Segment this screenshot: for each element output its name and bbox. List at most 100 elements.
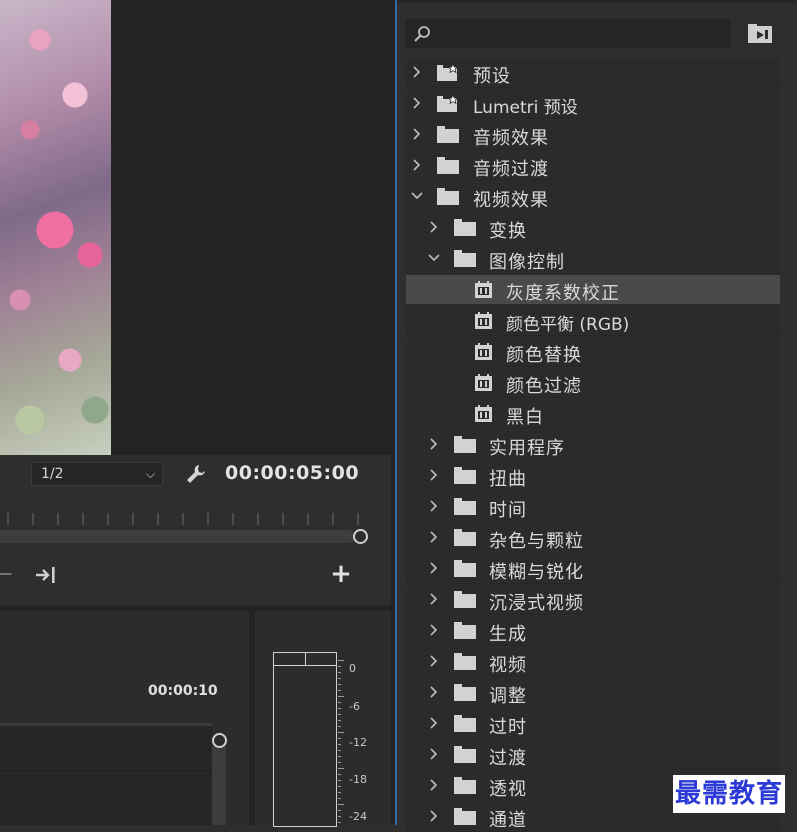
effects-folder-item[interactable]: 生成 <box>406 616 780 646</box>
preset-folder-icon <box>437 95 459 112</box>
effect-item[interactable]: 黑白 <box>406 399 780 429</box>
program-monitor-preview-image <box>0 0 111 455</box>
chevron-right-icon[interactable] <box>410 127 424 141</box>
step-forward-icon[interactable] <box>34 564 58 586</box>
effects-folder-item[interactable]: 音频效果 <box>406 120 780 150</box>
effects-folder-item[interactable]: 时间 <box>406 492 780 522</box>
folder-icon <box>437 157 459 174</box>
effect-label: 杂色与颗粒 <box>489 531 584 552</box>
folder-icon <box>454 808 476 825</box>
chevron-right-icon[interactable] <box>427 809 441 823</box>
effect-item[interactable]: 灰度系数校正 <box>406 275 780 305</box>
audio-meter <box>273 652 337 827</box>
effect-item[interactable]: 颜色过滤 <box>406 368 780 398</box>
effect-label: 时间 <box>489 500 527 521</box>
chevron-right-icon[interactable] <box>427 685 441 699</box>
effects-folder-item[interactable]: 过时 <box>406 709 780 739</box>
effects-folder-item[interactable]: 调整 <box>406 678 780 708</box>
chevron-right-icon[interactable] <box>410 65 424 79</box>
chevron-right-icon[interactable] <box>427 623 441 637</box>
playback-resolution-value: 1/2 <box>41 466 64 482</box>
folder-icon <box>437 126 459 143</box>
folder-icon <box>454 684 476 701</box>
folder-icon <box>437 188 459 205</box>
effects-folder-item[interactable]: 实用程序 <box>406 430 780 460</box>
effects-folder-item[interactable]: 变换 <box>406 213 780 243</box>
effect-label: 透视 <box>489 779 527 800</box>
effects-search-input[interactable] <box>405 19 731 48</box>
effects-folder-item[interactable]: 模糊与锐化 <box>406 554 780 584</box>
chevron-right-icon[interactable] <box>410 96 424 110</box>
effect-label: 沉浸式视频 <box>489 593 584 614</box>
folder-icon <box>454 591 476 608</box>
effect-label: 实用程序 <box>489 438 565 459</box>
effect-label: 颜色替换 <box>506 345 582 366</box>
effect-item[interactable]: 颜色替换 <box>406 337 780 367</box>
playhead-timecode[interactable]: 00:00:05:00 <box>225 462 359 484</box>
panel-header-strip <box>397 0 797 3</box>
audio-meter-channel-divider <box>305 652 306 666</box>
timeline-scroll-handle[interactable] <box>212 733 227 748</box>
effect-label: 视频效果 <box>473 190 549 211</box>
effect-label: 灰度系数校正 <box>506 283 620 304</box>
timeline-time-label: 00:00:10 <box>148 683 218 699</box>
effects-folder-item[interactable]: 视频效果 <box>406 182 780 212</box>
preset-folder-icon <box>437 64 459 81</box>
effects-folder-item[interactable]: 音频过渡 <box>406 151 780 181</box>
wrench-icon[interactable] <box>184 462 208 486</box>
chevron-right-icon[interactable] <box>427 561 441 575</box>
chevron-down-icon[interactable] <box>410 189 424 203</box>
effects-folder-item[interactable]: 预设 <box>406 58 780 88</box>
chevron-right-icon[interactable] <box>410 158 424 172</box>
monitor-zoom-scrollbar[interactable] <box>0 530 355 543</box>
folder-icon <box>454 622 476 639</box>
effect-item[interactable]: 颜色平衡 (RGB) <box>406 306 780 336</box>
timeline-scrollbar[interactable] <box>212 740 226 825</box>
effect-label: 图像控制 <box>489 252 565 273</box>
effect-label: 黑白 <box>506 407 544 428</box>
playback-resolution-select[interactable]: 1/2 ⌵ <box>31 462 163 486</box>
effect-label: 变换 <box>489 221 527 242</box>
chevron-right-icon[interactable] <box>427 592 441 606</box>
chevron-right-icon[interactable] <box>427 437 441 451</box>
timeline-track-area[interactable] <box>0 726 212 825</box>
folder-icon <box>454 467 476 484</box>
chevron-right-icon[interactable] <box>427 716 441 730</box>
effects-list-scrollbar[interactable] <box>781 58 797 825</box>
folder-icon <box>454 746 476 763</box>
step-back-icon[interactable]: — <box>0 566 12 582</box>
chevron-right-icon[interactable] <box>427 499 441 513</box>
effects-folder-item[interactable]: 杂色与颗粒 <box>406 523 780 553</box>
chevron-right-icon[interactable] <box>427 747 441 761</box>
chevron-right-icon[interactable] <box>427 654 441 668</box>
monitor-scroll-handle[interactable] <box>353 529 368 544</box>
effects-folder-item[interactable]: 扭曲 <box>406 461 780 491</box>
folder-icon <box>454 219 476 236</box>
effects-folder-item[interactable]: 过渡 <box>406 740 780 770</box>
effect-label: 视频 <box>489 655 527 676</box>
meter-label: -18 <box>349 773 367 786</box>
monitor-time-ruler[interactable] <box>0 505 362 525</box>
effects-folder-item[interactable]: 沉浸式视频 <box>406 585 780 615</box>
add-button[interactable]: + <box>330 561 352 587</box>
chevron-right-icon[interactable] <box>427 530 441 544</box>
effects-folder-item[interactable]: 图像控制 <box>406 244 780 274</box>
search-icon <box>414 26 430 42</box>
effect-label: 音频过渡 <box>473 159 549 180</box>
chevron-right-icon[interactable] <box>427 778 441 792</box>
folder-icon <box>454 498 476 515</box>
effects-folder-item[interactable]: 视频 <box>406 647 780 677</box>
folder-icon <box>454 715 476 732</box>
video-effect-icon <box>475 343 492 360</box>
track-divider <box>0 770 212 771</box>
chevron-right-icon[interactable] <box>427 468 441 482</box>
chevron-right-icon[interactable] <box>427 220 441 234</box>
folder-icon <box>454 250 476 267</box>
new-custom-bin-icon[interactable] <box>747 23 773 44</box>
folder-icon <box>454 777 476 794</box>
meter-label: -12 <box>349 736 367 749</box>
chevron-down-icon[interactable] <box>427 251 441 265</box>
folder-icon <box>454 560 476 577</box>
audio-meter-scale <box>338 660 344 823</box>
effects-folder-item[interactable]: Lumetri 预设 <box>406 89 780 119</box>
